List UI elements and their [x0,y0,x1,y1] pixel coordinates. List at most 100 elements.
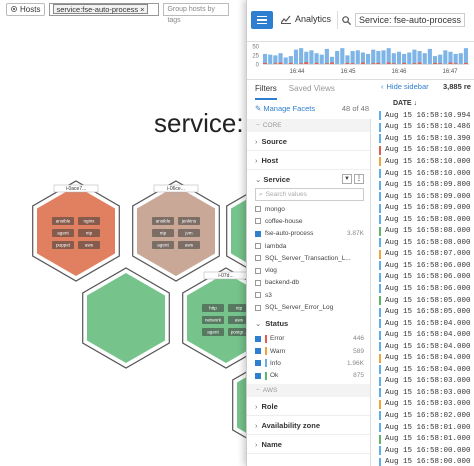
checkbox[interactable] [255,279,261,286]
facet-availability-zone[interactable]: › Availability zone [247,416,370,435]
filter-icon[interactable]: ▼ [342,174,352,184]
log-row[interactable]: Aug 15 16:58:10.000 [371,145,474,157]
status-value-row[interactable]: Info 1.96K [247,357,370,369]
checkbox[interactable] [255,372,261,379]
log-date: Aug 15 16:58:09.000 [385,204,471,213]
log-row[interactable]: Aug 15 16:58:06.000 [371,283,474,295]
manage-facets-link[interactable]: ✎ Manage Facets [255,104,315,113]
log-row[interactable]: Aug 15 16:58:10.000 [371,168,474,180]
log-row[interactable]: Aug 15 16:58:09.000 [371,191,474,203]
filter-chip[interactable]: service:fse-auto-process × [53,4,148,14]
log-row[interactable]: Aug 15 16:58:10.994 [371,110,474,122]
tab-saved-views[interactable]: Saved Views [289,84,335,100]
log-row[interactable]: Aug 15 16:58:01.000 [371,422,474,434]
facet-value-row[interactable]: lambda [247,240,370,252]
host-name: i-06ce... [167,186,185,192]
tab-filters[interactable]: Filters [255,84,277,100]
log-row[interactable]: Aug 15 16:58:06.000 [371,260,474,272]
facet-search-input[interactable]: ⌕ Search values [255,188,364,201]
options-icon[interactable]: ⋮ [354,174,364,184]
log-row[interactable]: Aug 15 16:58:08.000 [371,237,474,249]
log-row[interactable]: Aug 15 16:58:00.000 [371,456,474,466]
host-hexagon[interactable]: i-0ace7... ansible nginx agent ntp puppet aws [32,180,120,282]
search-query-input[interactable]: Service: fse-auto-process [337,11,474,29]
host-hexagon[interactable]: i-07d... http ntp network aws agent postgr... [182,267,250,369]
logs-panel: Analytics Service: fse-auto-process 50 25… [246,0,474,466]
log-row[interactable]: Aug 15 16:58:05.000 [371,295,474,307]
log-timeline-chart[interactable]: 50 25 0 16:44 16:45 16:46 16:47 [247,42,474,80]
facet-service[interactable]: ⌄ Service ▼ ⋮ [247,170,370,188]
log-row[interactable]: Aug 15 16:58:00.000 [371,445,474,457]
facet-value-row[interactable]: SQL_Server_Error_Log [247,301,370,313]
group-by-input[interactable]: Group hosts by tags [163,2,230,24]
x-tick-label: 16:44 [289,69,305,75]
log-row[interactable]: Aug 15 16:58:04.000 [371,352,474,364]
log-row[interactable]: Aug 15 16:58:01.000 [371,433,474,445]
log-row[interactable]: Aug 15 16:58:09.800 [371,179,474,191]
facet-value-row[interactable]: SQL_Server_Transaction_L... [247,252,370,264]
log-row[interactable]: Aug 15 16:58:10.486 [371,122,474,134]
log-row[interactable]: Aug 15 16:58:04.000 [371,318,474,330]
section-aws[interactable]: − AWS [247,383,370,397]
log-row[interactable]: Aug 15 16:58:02.000 [371,410,474,422]
list-view-button[interactable] [251,11,273,29]
checkbox[interactable] [255,335,261,342]
log-row[interactable]: Aug 15 16:58:08.000 [371,214,474,226]
analytics-button[interactable]: Analytics [281,14,331,24]
facet-name[interactable]: › Name [247,435,370,454]
facet-value-row[interactable]: backend-db [247,277,370,289]
facet-value-row[interactable]: coffee-house [247,215,370,227]
facet-source[interactable]: › Source [247,132,370,151]
checkbox[interactable] [255,206,261,213]
timeline-bar [263,53,268,64]
checkbox[interactable] [255,267,261,274]
hide-sidebar-link[interactable]: ‹ Hide sidebar [381,82,429,91]
timeline-bar [371,49,376,64]
checkbox[interactable] [255,218,261,225]
facet-value-row[interactable]: mongo [247,203,370,215]
facet-value-row[interactable]: vlog [247,264,370,276]
log-row[interactable]: Aug 15 16:58:04.000 [371,329,474,341]
checkbox[interactable] [255,255,261,262]
log-row[interactable]: Aug 15 16:58:09.000 [371,202,474,214]
log-date: Aug 15 16:58:04.000 [385,331,471,340]
log-row[interactable]: Aug 15 16:58:03.000 [371,376,474,388]
timeline-error-bar [376,62,381,64]
checkbox[interactable] [255,292,261,299]
log-row[interactable]: Aug 15 16:58:04.000 [371,364,474,376]
checkbox[interactable] [255,348,261,355]
facet-status[interactable]: ⌄ Status [247,314,370,333]
timeline-bar [443,50,448,64]
log-row[interactable]: Aug 15 16:58:10.390 [371,133,474,145]
host-hexagon[interactable] [82,267,170,369]
log-row[interactable]: Aug 15 16:58:03.000 [371,399,474,411]
status-indicator [379,249,381,259]
column-date[interactable]: DATE ↓ [393,100,417,107]
status-value-row[interactable]: Ok 875 [247,370,370,382]
checkbox[interactable] [255,230,261,237]
log-row[interactable]: Aug 15 16:58:10.000 [371,156,474,168]
status-value-row[interactable]: Error 446 [247,333,370,345]
log-row[interactable]: Aug 15 16:58:04.000 [371,341,474,353]
hosts-selector[interactable]: Hosts [6,2,46,16]
facet-value-row[interactable]: s3 [247,289,370,301]
log-row[interactable]: Aug 15 16:58:07.000 [371,249,474,261]
facet-value-row[interactable]: fse-auto-process 3.87K [247,228,370,240]
checkbox[interactable] [255,243,261,250]
log-date: Aug 15 16:58:09.000 [385,192,471,201]
facet-role[interactable]: › Role [247,397,370,416]
checkbox[interactable] [255,304,261,311]
log-row[interactable]: Aug 15 16:58:08.000 [371,225,474,237]
facet-host[interactable]: › Host [247,151,370,170]
status-value-row[interactable]: Warn 589 [247,345,370,357]
checkbox[interactable] [255,360,261,367]
timeline-error-bar [448,62,453,64]
section-core[interactable]: − CORE [247,119,370,132]
x-tick-label: 16:45 [340,69,356,75]
filter-tags-input[interactable]: service:fse-auto-process × [49,2,160,16]
log-row[interactable]: Aug 15 16:58:03.000 [371,387,474,399]
close-icon[interactable]: × [140,5,144,14]
log-row[interactable]: Aug 15 16:58:05.000 [371,306,474,318]
host-hexagon[interactable]: i-06ce... ansible jenkins ntp jvm agent aws [132,180,220,282]
log-row[interactable]: Aug 15 16:58:06.000 [371,272,474,284]
